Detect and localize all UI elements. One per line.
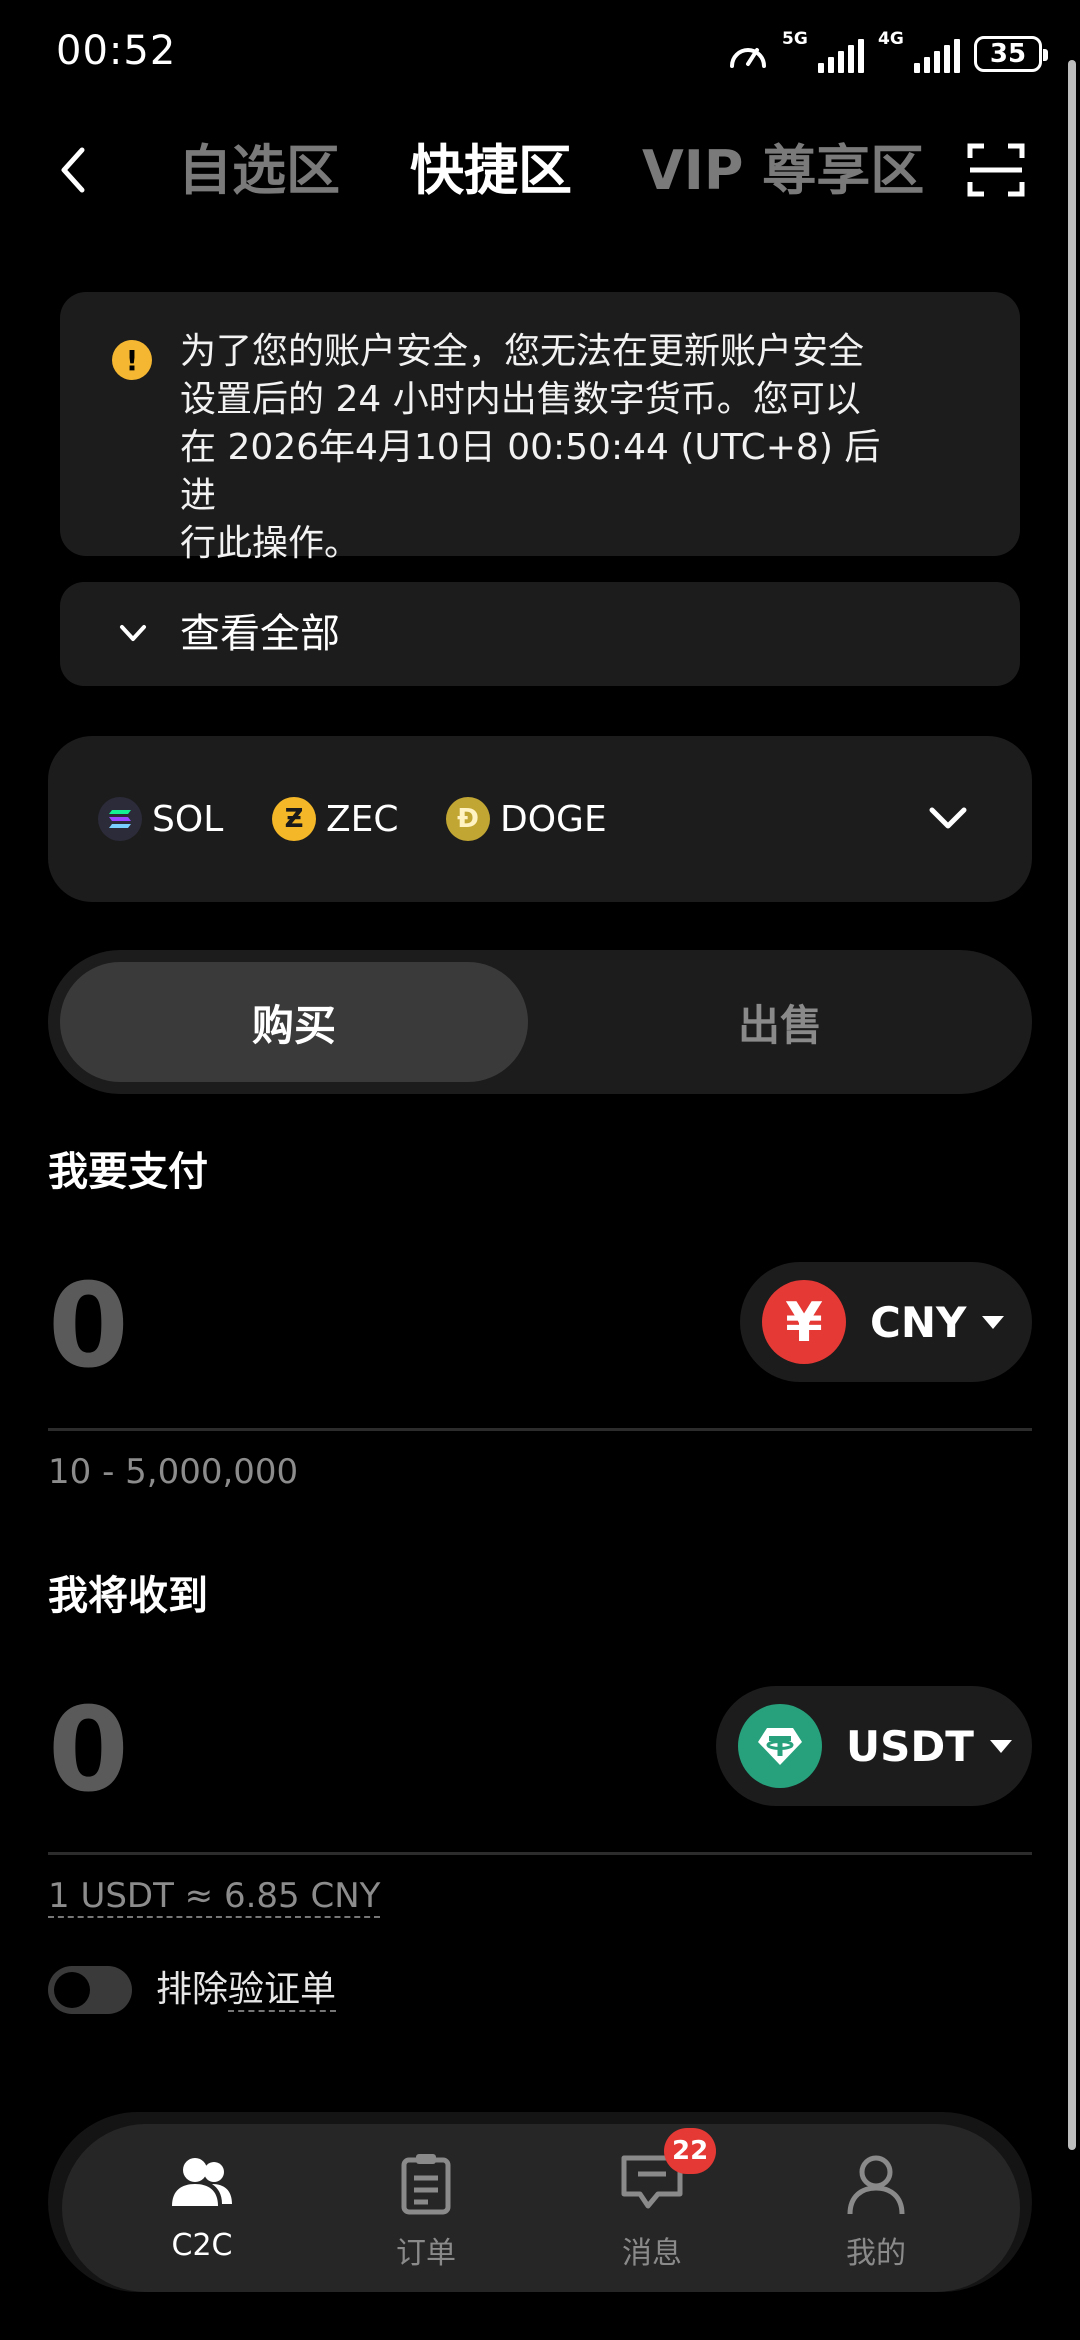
sol-icon [98, 797, 142, 841]
nav-orders[interactable]: 订单 [346, 2150, 506, 2272]
pay-currency-select[interactable]: ¥ CNY [740, 1262, 1032, 1382]
tab-express[interactable]: 快捷区 [410, 136, 572, 206]
tab-vip[interactable]: VIP 尊享区 [642, 136, 924, 206]
nav-c2c[interactable]: C2C [122, 2150, 282, 2263]
nav-profile[interactable]: 我的 [796, 2150, 956, 2272]
view-all-label[interactable]: 查看全部 [180, 606, 340, 662]
receive-divider [48, 1852, 1032, 1855]
speed-meter-icon [730, 48, 766, 68]
receive-currency-select[interactable]: USDT [716, 1686, 1032, 1806]
chevron-down-icon [120, 625, 146, 641]
back-button[interactable] [52, 140, 96, 200]
coin-doge[interactable]: Ð DOGE [446, 796, 607, 842]
doge-icon: Ð [446, 797, 490, 841]
scrollbar[interactable] [1068, 60, 1076, 2150]
clipboard-icon [401, 2154, 451, 2215]
signal-5g-icon: 5G [782, 31, 864, 73]
zec-icon: Ƶ [272, 797, 316, 841]
user-icon [847, 2155, 905, 2215]
expand-coins-icon[interactable] [926, 800, 970, 836]
pay-range: 10 - 5,000,000 [48, 1452, 299, 1492]
receive-label: 我将收到 [48, 1573, 208, 1619]
coin-zec[interactable]: Ƶ ZEC [272, 796, 399, 842]
warning-icon: ! [112, 340, 152, 380]
tab-watchlist[interactable]: 自选区 [178, 136, 340, 206]
pay-amount-input[interactable]: 0 [48, 1262, 129, 1392]
exchange-rate[interactable]: 1 USDT ≈ 6.85 CNY [48, 1872, 381, 1920]
coin-sol[interactable]: SOL [98, 796, 223, 842]
status-icons: 5G 4G 35 [728, 30, 1048, 78]
sell-tab[interactable]: 出售 [540, 962, 1020, 1082]
signal-4g-icon: 4G [878, 31, 960, 73]
battery-icon: 35 [974, 36, 1048, 72]
users-icon [172, 2158, 232, 2206]
scan-icon[interactable] [966, 140, 1026, 200]
caret-down-icon [989, 1739, 1012, 1753]
pay-divider [48, 1428, 1032, 1431]
exclude-verified-toggle[interactable] [48, 1966, 132, 2014]
cny-icon: ¥ [762, 1280, 846, 1364]
buy-tab[interactable]: 购买 [60, 962, 528, 1082]
message-count-badge: 22 [664, 2128, 717, 2174]
pay-label: 我要支付 [48, 1149, 208, 1195]
exclude-verified-label: 排除验证单 [156, 1969, 337, 2012]
caret-down-icon [982, 1315, 1005, 1329]
usdt-icon [738, 1704, 822, 1788]
status-time: 00:52 [56, 28, 177, 74]
receive-amount-input[interactable]: 0 [48, 1686, 129, 1816]
notice-text: 为了您的账户安全，您无法在更新账户安全 设置后的 24 小时内出售数字货币。您可… [180, 331, 881, 564]
